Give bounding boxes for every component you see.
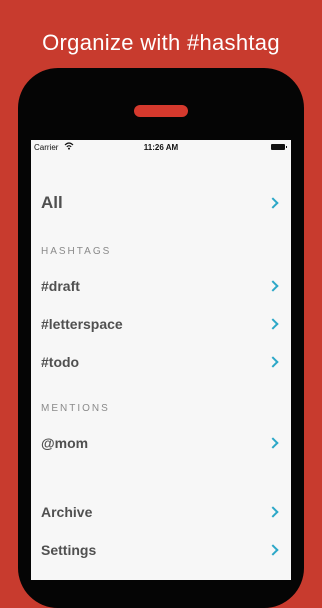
app-screen: Carrier 11:26 AM All HASHTAGS #draft #le… <box>31 140 291 580</box>
phone-speaker <box>134 105 188 117</box>
chevron-right-icon <box>267 544 279 556</box>
hashtag-label: #todo <box>41 354 80 370</box>
menu-item-label: Settings <box>41 542 97 558</box>
battery-icon <box>271 144 287 150</box>
hashtag-label: #draft <box>41 278 80 294</box>
headline: Organize with #hashtag <box>42 30 280 55</box>
mention-item-mom[interactable]: @mom <box>31 426 291 460</box>
chevron-right-icon <box>267 318 279 330</box>
menu-item-settings[interactable]: Settings <box>31 533 291 567</box>
mention-label: @mom <box>41 435 89 451</box>
hashtag-item-todo[interactable]: #todo <box>31 345 291 379</box>
hashtags-section-header: HASHTAGS <box>41 246 112 257</box>
status-time: 11:26 AM <box>143 143 179 152</box>
chevron-right-icon <box>267 280 279 292</box>
menu-item-all[interactable]: All <box>31 186 291 220</box>
hashtag-item-letterspace[interactable]: #letterspace <box>31 307 291 341</box>
chevron-right-icon <box>267 197 279 209</box>
chevron-right-icon <box>267 506 279 518</box>
menu-item-label: All <box>41 193 63 212</box>
menu-item-label: Archive <box>41 504 93 520</box>
chevron-right-icon <box>267 437 279 449</box>
hashtag-item-draft[interactable]: #draft <box>31 269 291 303</box>
chevron-right-icon <box>267 356 279 368</box>
menu-item-archive[interactable]: Archive <box>31 495 291 529</box>
hashtag-label: #letterspace <box>41 316 123 332</box>
status-bar: Carrier 11:26 AM <box>31 140 291 154</box>
mentions-section-header: MENTIONS <box>41 403 110 414</box>
